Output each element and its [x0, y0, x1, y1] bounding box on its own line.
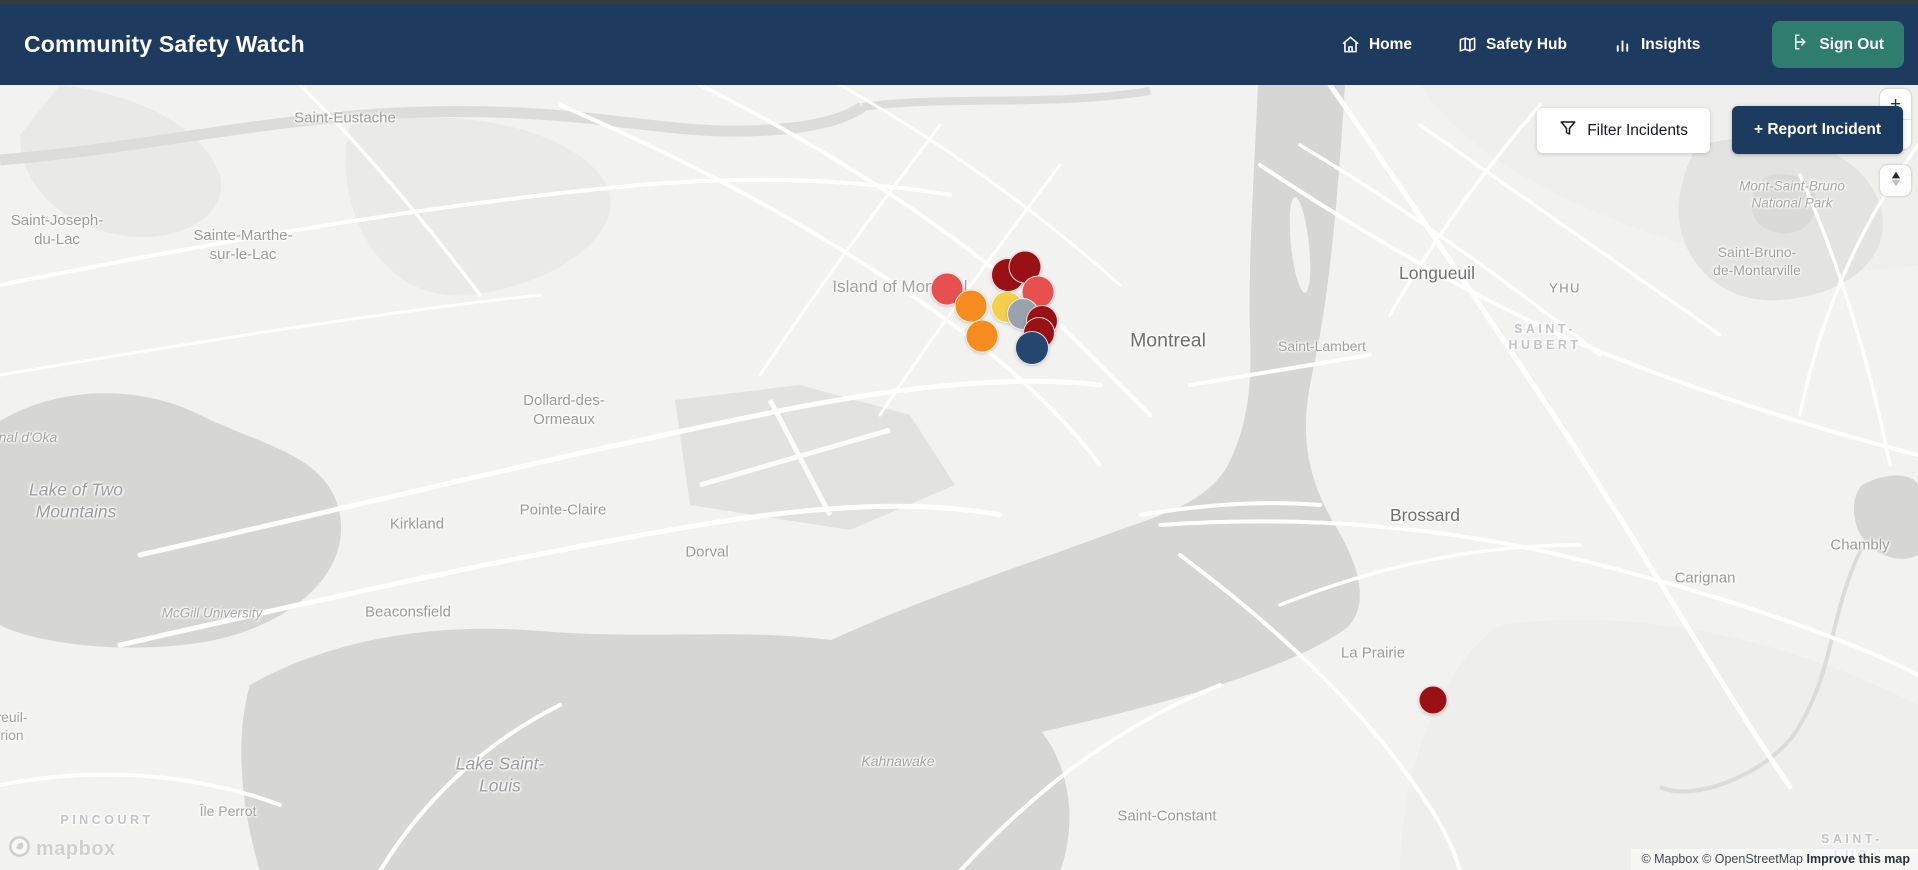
- funnel-icon: [1559, 119, 1577, 142]
- nav-home-label: Home: [1368, 35, 1413, 53]
- nav-safety-hub-label: Safety Hub: [1486, 35, 1567, 53]
- main-nav: Home Safety Hub Insights Sign Out: [1341, 21, 1904, 68]
- improve-map-link[interactable]: Improve this map: [1807, 852, 1911, 866]
- osm-attribution-link[interactable]: © OpenStreetMap: [1702, 852, 1803, 866]
- mapbox-logo-icon: [8, 835, 31, 863]
- nav-insights[interactable]: Insights: [1613, 35, 1700, 54]
- mapbox-logo-word: mapbox: [36, 837, 116, 860]
- bar-chart-icon: [1613, 35, 1632, 54]
- incident-marker[interactable]: [954, 289, 988, 323]
- sign-out-button[interactable]: Sign Out: [1772, 21, 1904, 68]
- app-title: Community Safety Watch: [24, 31, 305, 57]
- compass-button[interactable]: [1880, 165, 1911, 196]
- filter-incidents-button[interactable]: Filter Incidents: [1537, 108, 1710, 153]
- home-icon: [1341, 35, 1360, 54]
- map-background: [0, 85, 1918, 870]
- nav-safety-hub[interactable]: Safety Hub: [1458, 35, 1567, 54]
- sign-out-label: Sign Out: [1819, 35, 1884, 53]
- app-header: Community Safety Watch Home Safety Hub I…: [0, 4, 1918, 85]
- incident-marker[interactable]: [1418, 685, 1448, 715]
- map-icon: [1458, 35, 1477, 54]
- filter-incidents-label: Filter Incidents: [1587, 121, 1688, 139]
- logout-icon: [1792, 33, 1810, 56]
- compass-icon: [1885, 168, 1907, 193]
- attribution: © Mapbox © OpenStreetMap Improve this ma…: [1631, 849, 1918, 870]
- incident-marker[interactable]: [1015, 331, 1049, 365]
- mapbox-logo[interactable]: mapbox: [8, 835, 116, 863]
- map-canvas[interactable]: Saint-Eustache Saint-Joseph- du-Lac Sainte…: [0, 85, 1918, 870]
- nav-home[interactable]: Home: [1341, 35, 1412, 54]
- report-incident-button[interactable]: + Report Incident: [1731, 106, 1903, 154]
- incident-marker[interactable]: [965, 319, 999, 353]
- nav-insights-label: Insights: [1641, 35, 1701, 53]
- mapbox-attribution-link[interactable]: © Mapbox: [1641, 852, 1698, 866]
